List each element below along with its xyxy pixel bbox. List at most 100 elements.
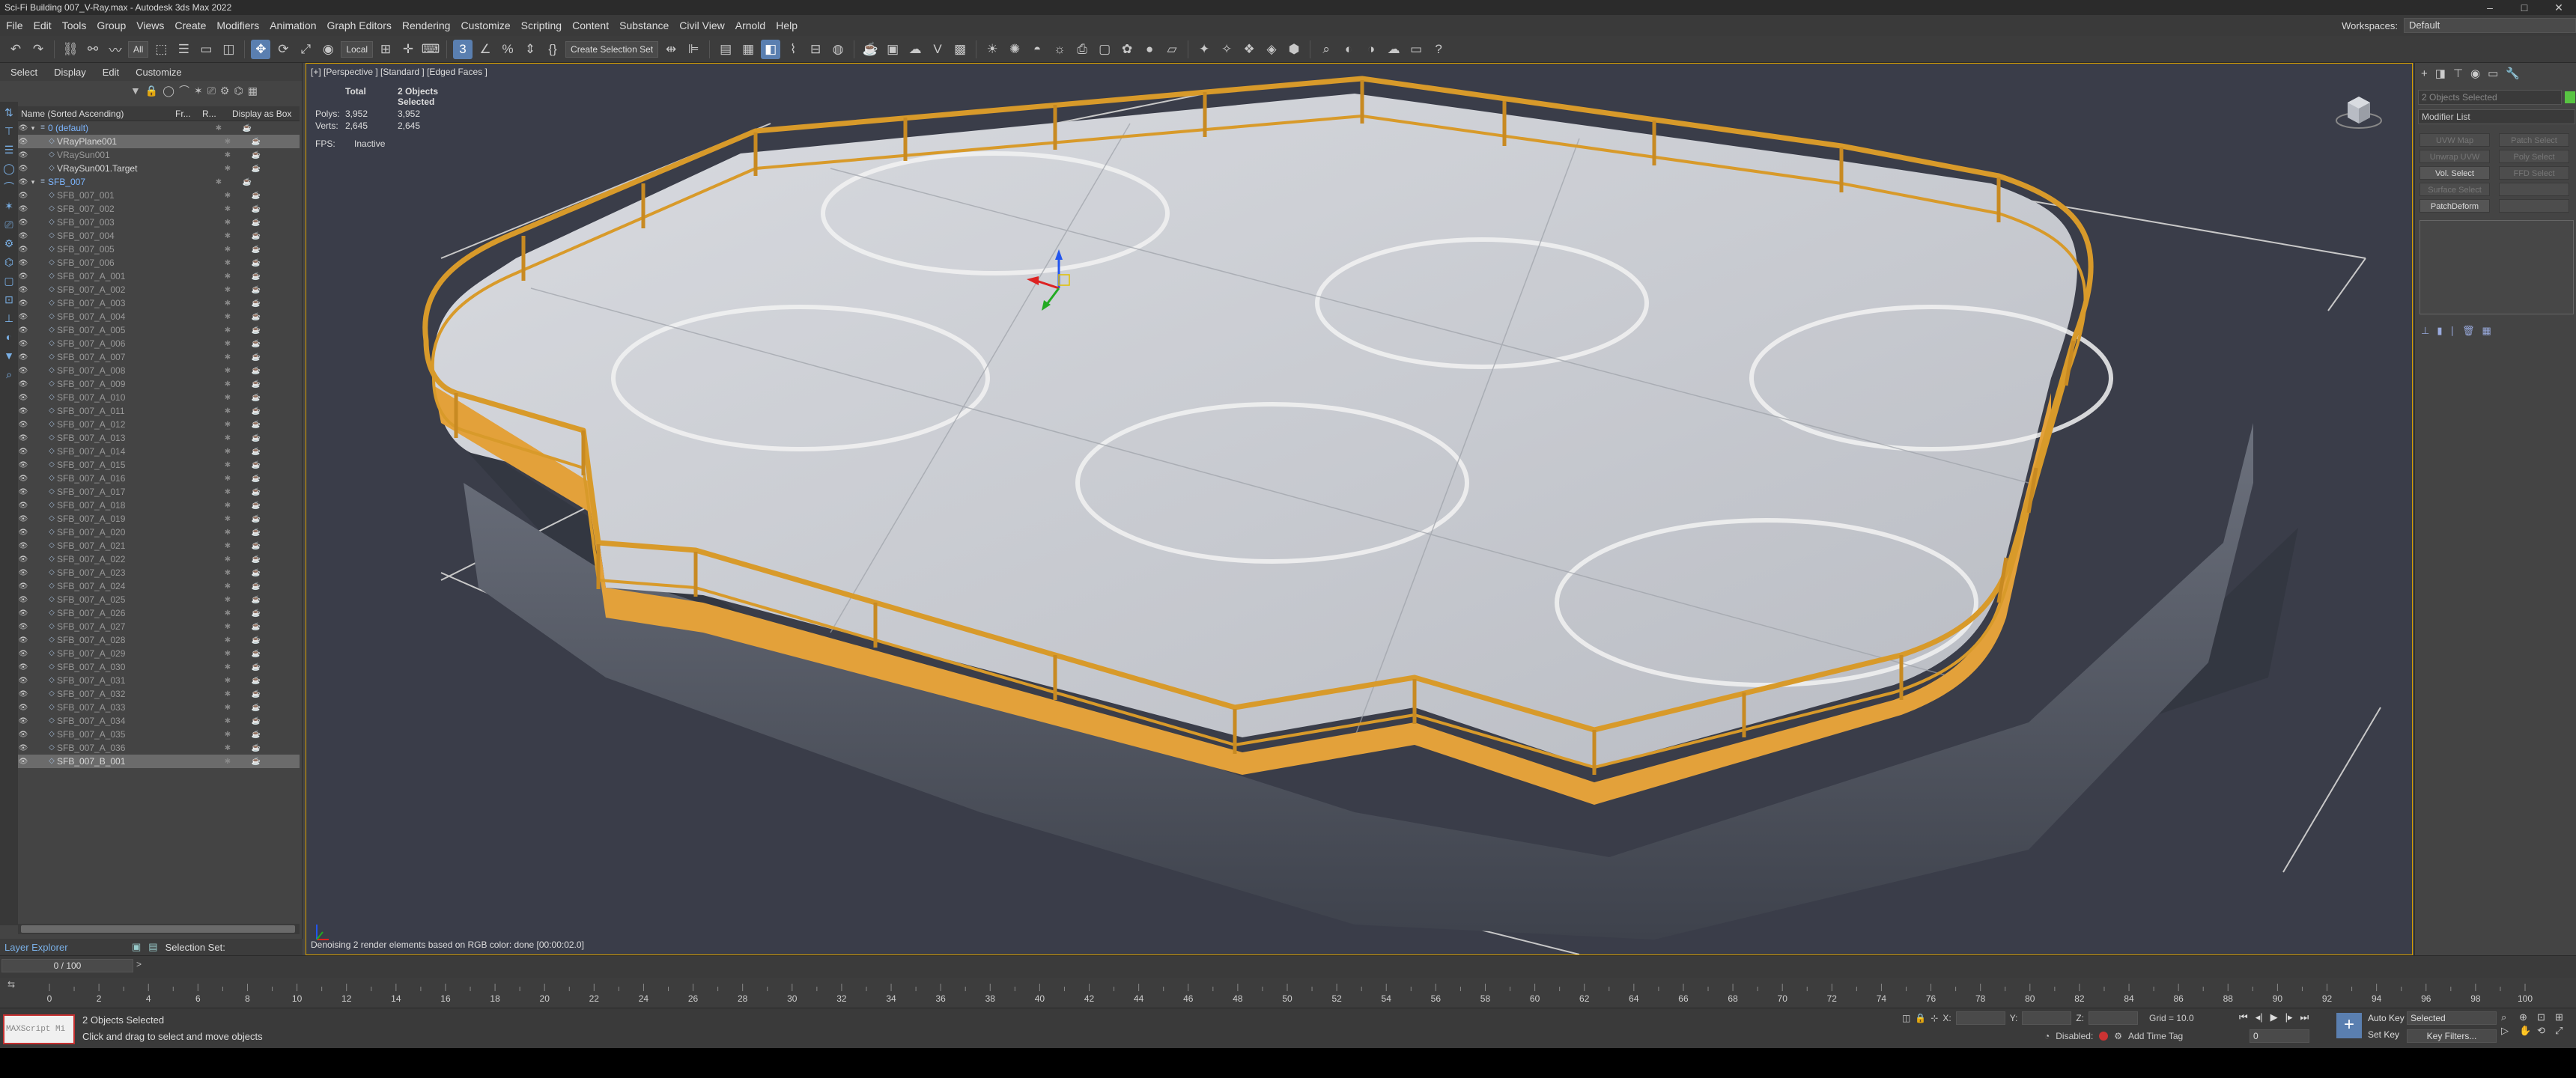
menu-help[interactable]: Help [776, 19, 808, 31]
render-toggle-icon[interactable]: ☕ [241, 299, 271, 308]
explorer-row[interactable]: 👁 ◇ SFB_007_A_019 ✱ ☕ [18, 512, 300, 526]
percent-snap-icon[interactable]: % [498, 40, 517, 59]
visibility-eye-icon[interactable]: 👁 [18, 582, 28, 591]
visibility-eye-icon[interactable]: 👁 [18, 529, 28, 537]
rendered-frame-window-icon[interactable]: ▣ [883, 40, 902, 59]
explorer-row[interactable]: 👁 ◇ SFB_007_006 ✱ ☕ [18, 256, 300, 270]
record-icon[interactable] [2099, 1032, 2109, 1041]
explorer-row[interactable]: 👁 ◇ SFB_007_A_018 ✱ ☕ [18, 499, 300, 512]
visibility-eye-icon[interactable]: 👁 [18, 461, 28, 469]
explorer-row[interactable]: 👁 ◇ SFB_007_B_001 ✱ ☕ [18, 755, 300, 768]
freeze-toggle-icon[interactable]: ✱ [214, 219, 241, 227]
show-end-result-icon[interactable]: ▮ [2437, 325, 2442, 337]
helper-filter-icon[interactable]: ⚙ [1, 235, 17, 252]
keyboard-shortcut-override-icon[interactable]: ⌨ [421, 40, 440, 59]
freeze-toggle-icon[interactable]: ✱ [214, 515, 241, 523]
render-toggle-icon[interactable]: ☕ [241, 259, 271, 267]
freeze-toggle-icon[interactable]: ✱ [214, 434, 241, 442]
layer-explorer-icon[interactable]: ▤ [716, 40, 735, 59]
filter-funnel-icon[interactable]: ▼ [1, 347, 17, 364]
visibility-eye-icon[interactable]: 👁 [18, 313, 28, 321]
render-toggle-icon[interactable]: ☕ [241, 650, 271, 658]
shape-filter-icon[interactable]: ⌒ [1, 179, 17, 195]
render-toggle-icon[interactable]: ☕ [241, 744, 271, 752]
explorer-row[interactable]: 👁 ◇ SFB_007_A_022 ✱ ☕ [18, 552, 300, 566]
explorer-row[interactable]: 👁 ◇ SFB_007_A_036 ✱ ☕ [18, 741, 300, 755]
visibility-eye-icon[interactable]: 👁 [18, 286, 28, 294]
explorer-row[interactable]: 👁 ◇ SFB_007_A_004 ✱ ☕ [18, 310, 300, 323]
invert-filter-icon[interactable]: ◐ [1, 329, 17, 345]
menu-animation[interactable]: Animation [270, 19, 326, 31]
explorer-row[interactable]: 👁 ◇ SFB_007_A_015 ✱ ☕ [18, 458, 300, 472]
menu-scripting[interactable]: Scripting [521, 19, 572, 31]
selection-filter-dropdown[interactable]: All [128, 40, 149, 58]
key-filters-button[interactable]: Key Filters... [2407, 1029, 2497, 1043]
expand-toggle-icon[interactable]: ▾ [28, 178, 37, 186]
layer-icon[interactable]: ☰ [1, 141, 17, 158]
render-toggle-icon[interactable]: ☕ [241, 434, 271, 442]
hierarchy-icon[interactable]: ⊤ [1, 123, 17, 139]
vray-render-icon[interactable]: V [928, 40, 947, 59]
visibility-eye-icon[interactable]: 👁 [18, 434, 28, 442]
visibility-eye-icon[interactable]: 👁 [18, 515, 28, 523]
schematic-view-icon[interactable]: ⊟ [806, 40, 825, 59]
explorer-row[interactable]: 👁 ◇ SFB_007_004 ✱ ☕ [18, 229, 300, 243]
close-button[interactable]: ✕ [2542, 0, 2576, 15]
visibility-eye-icon[interactable]: 👁 [18, 663, 28, 672]
visibility-eye-icon[interactable]: 👁 [18, 569, 28, 577]
render-toggle-icon[interactable]: ☕ [241, 151, 271, 159]
edit-named-selection-icon[interactable]: {} [543, 40, 562, 59]
display-shapes-icon[interactable]: ⌒ [179, 83, 189, 98]
help-icon[interactable]: ? [1429, 40, 1448, 59]
render-toggle-icon[interactable]: ☕ [241, 353, 271, 362]
visibility-eye-icon[interactable]: 👁 [18, 421, 28, 429]
visibility-eye-icon[interactable]: 👁 [18, 717, 28, 725]
key-selection-dropdown[interactable]: Selected [2407, 1011, 2497, 1025]
arnold-light-icon[interactable]: ✧ [1217, 40, 1236, 59]
add-time-tag[interactable]: Add Time Tag [2128, 1031, 2183, 1041]
render-toggle-icon[interactable]: ☕ [241, 138, 271, 146]
explorer-row[interactable]: 👁 ◇ SFB_007_A_008 ✱ ☕ [18, 364, 300, 377]
render-toggle-icon[interactable]: ☕ [241, 731, 271, 739]
modifier-button-empty[interactable] [2499, 183, 2569, 196]
next-frame-icon[interactable]: |▸ [2285, 1011, 2293, 1023]
pin-stack-icon[interactable]: ⊥ [2421, 325, 2429, 337]
select-object-icon[interactable]: ⬚ [151, 40, 171, 59]
menu-group[interactable]: Group [97, 19, 136, 31]
render-toggle-icon[interactable]: ☕ [241, 394, 271, 402]
filter-icon[interactable]: ▼ [130, 85, 141, 97]
modifier-list-dropdown[interactable]: Modifier List [2418, 109, 2575, 124]
adaptive-degradation-icon[interactable]: ◔ [2044, 1031, 2050, 1041]
auto-key-button[interactable]: Auto Key [2368, 1013, 2405, 1023]
modifier-button-empty[interactable] [2499, 199, 2569, 213]
display-spacewarps-icon[interactable]: ⌬ [234, 85, 243, 97]
render-toggle-icon[interactable]: ☕ [241, 663, 271, 672]
workspace-dropdown[interactable]: Default [2404, 18, 2576, 33]
render-toggle-icon[interactable]: ☕ [241, 246, 271, 254]
menu-edit[interactable]: Edit [34, 19, 62, 31]
explorer-row[interactable]: 👁 ◇ SFB_007_A_023 ✱ ☕ [18, 566, 300, 579]
render-toggle-icon[interactable]: ☕ [241, 165, 271, 173]
menu-content[interactable]: Content [572, 19, 619, 31]
render-toggle-icon[interactable]: ☕ [241, 448, 271, 456]
freeze-toggle-icon[interactable]: ✱ [214, 259, 241, 267]
menu-rendering[interactable]: Rendering [402, 19, 461, 31]
track-bar[interactable]: ⇆ 0 2 4 6 8 10 12 14 16 18 20 22 24 26 28 30 32 34 36 38 40 4… [0, 978, 2576, 1008]
explorer-row[interactable]: 👁 ◇ SFB_007_A_031 ✱ ☕ [18, 674, 300, 687]
visibility-eye-icon[interactable]: 👁 [18, 758, 28, 766]
render-toggle-icon[interactable]: ☕ [241, 488, 271, 496]
redo-icon[interactable]: ↷ [28, 40, 48, 59]
time-slider[interactable]: 0 / 100 [1, 959, 133, 972]
create-tab-icon[interactable]: + [2421, 67, 2428, 80]
search-icon[interactable]: ⌕ [1316, 40, 1336, 59]
render-production-icon[interactable]: ☁ [905, 40, 925, 59]
explorer-row[interactable]: 👁 ◇ SFB_007_A_009 ✱ ☕ [18, 377, 300, 391]
explorer-row[interactable]: 👁 ▾ ≡ SFB_007 ✱ ☕ [18, 175, 300, 189]
render-toggle-icon[interactable]: ☕ [241, 717, 271, 725]
explorer-row[interactable]: 👁 ◇ SFB_007_A_033 ✱ ☕ [18, 701, 300, 714]
play-icon[interactable]: ▶ [2270, 1011, 2278, 1023]
explorer-row[interactable]: 👁 ◇ SFB_007_A_016 ✱ ☕ [18, 472, 300, 485]
freeze-toggle-icon[interactable]: ✱ [214, 246, 241, 254]
render-toggle-icon[interactable]: ☕ [232, 178, 262, 186]
layer-explorer-title[interactable]: Layer Explorer [4, 942, 124, 953]
